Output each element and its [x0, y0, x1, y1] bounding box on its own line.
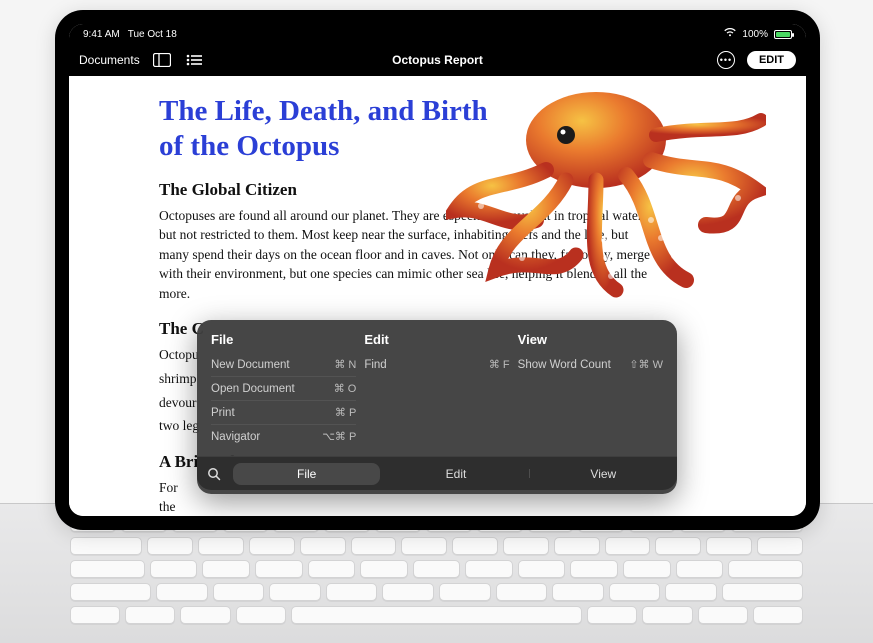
hud-col-view: View Show Word Count ⇧⌘ W: [518, 332, 663, 448]
keyboard-shortcuts-hud: File New Document ⌘ N Open Document ⌘ O …: [197, 320, 677, 494]
hud-item-navigator[interactable]: Navigator ⌥⌘ P: [211, 425, 356, 448]
hud-item-shortcut: ⇧⌘ W: [629, 358, 663, 371]
hud-col-edit: Edit Find ⌘ F: [364, 332, 509, 448]
hud-item-label: Show Word Count: [518, 359, 611, 371]
hud-tab-bar: File Edit View: [197, 456, 677, 490]
hud-item-print[interactable]: Print ⌘ P: [211, 401, 356, 425]
hud-col-file: File New Document ⌘ N Open Document ⌘ O …: [211, 332, 356, 448]
hud-item-shortcut: ⌘ F: [489, 358, 510, 371]
hud-item-show-word-count[interactable]: Show Word Count ⇧⌘ W: [518, 353, 663, 376]
ipad-screen: 9:41 AM Tue Oct 18 100% Documents Octopu…: [69, 24, 806, 516]
wifi-icon: [724, 28, 736, 40]
app-toolbar: Documents Octopus Report ••• EDIT: [69, 44, 806, 76]
hud-heading-view: View: [518, 332, 663, 347]
back-documents-button[interactable]: Documents: [79, 53, 140, 67]
hud-heading-file: File: [211, 332, 356, 347]
octopus-illustration: [446, 80, 766, 310]
hud-item-shortcut: ⌘ N: [334, 358, 356, 371]
hud-tab-view[interactable]: View: [530, 467, 677, 481]
hud-item-label: Find: [364, 359, 386, 371]
battery-icon: [774, 30, 792, 39]
hud-tab-file[interactable]: File: [233, 463, 380, 485]
status-date: Tue Oct 18: [128, 29, 177, 40]
hud-item-new-document[interactable]: New Document ⌘ N: [211, 353, 356, 377]
more-options-icon[interactable]: •••: [717, 51, 735, 69]
hud-heading-edit: Edit: [364, 332, 509, 347]
status-bar: 9:41 AM Tue Oct 18 100%: [69, 24, 806, 44]
hud-search-button[interactable]: [197, 467, 231, 481]
status-time: 9:41 AM: [83, 29, 120, 40]
hud-item-shortcut: ⌘ O: [334, 382, 357, 395]
hud-tab-edit[interactable]: Edit: [382, 467, 529, 481]
hud-item-find[interactable]: Find ⌘ F: [364, 353, 509, 376]
battery-percent: 100%: [742, 29, 768, 40]
hud-item-shortcut: ⌥⌘ P: [322, 430, 356, 443]
list-view-icon[interactable]: [184, 50, 204, 70]
ipad-device-frame: 9:41 AM Tue Oct 18 100% Documents Octopu…: [55, 10, 820, 530]
edit-button[interactable]: EDIT: [747, 51, 796, 69]
hud-item-open-document[interactable]: Open Document ⌘ O: [211, 377, 356, 401]
hud-item-label: Print: [211, 407, 235, 419]
hud-item-label: New Document: [211, 359, 290, 371]
hud-item-label: Open Document: [211, 383, 295, 395]
sidebar-toggle-icon[interactable]: [152, 50, 172, 70]
hud-item-label: Navigator: [211, 431, 260, 443]
hud-item-shortcut: ⌘ P: [335, 406, 356, 419]
document-title: Octopus Report: [69, 53, 806, 67]
